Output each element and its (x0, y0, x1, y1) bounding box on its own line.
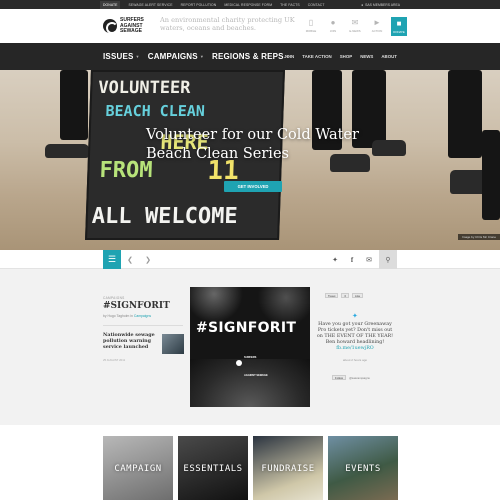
hero-banner[interactable]: VOLUNTEER BEACH CLEAN HERE FROM 11 ALL W… (0, 70, 500, 250)
hero-photo-leg (448, 70, 482, 158)
search-icon[interactable]: ⚲ (379, 250, 397, 269)
tweet-time: about 2 hours ago (342, 358, 368, 362)
hero-photo-shoe (45, 144, 89, 158)
wave-logo-icon (236, 360, 242, 366)
tweet-count: 0 (341, 293, 350, 298)
megaphone-icon: ► (373, 17, 381, 27)
gift-icon: ■ (394, 18, 404, 28)
header-quick-links: ▯ MOBILE ● JOIN ✉ E-NEWS ► ACTION ■ DONA… (303, 17, 407, 36)
email-icon[interactable]: ✉ (361, 250, 377, 269)
chevron-down-icon: ▼ (135, 54, 140, 59)
header-link-action[interactable]: ► ACTION (369, 17, 385, 36)
envelope-icon: ✉ (351, 17, 359, 27)
utility-link-donate[interactable]: DONATE (100, 0, 121, 9)
nav-shop[interactable]: SHOP (340, 54, 352, 59)
utility-bar: DONATE SEWAGE ALERT SERVICE REPORT POLLU… (0, 0, 500, 9)
next-arrow-icon[interactable]: ❯ (141, 250, 155, 269)
twitter-icon[interactable]: ✦ (327, 250, 343, 269)
post-title[interactable]: #SIGNFORIT (103, 301, 170, 311)
utility-link-contact[interactable]: CONTACT (308, 3, 325, 7)
members-area-label: SAS MEMBERS AREA (365, 2, 400, 7)
hero-photo-shoe (372, 140, 406, 156)
members-area-link[interactable]: ● SAS MEMBERS AREA (361, 0, 400, 9)
chevron-down-icon: ▼ (199, 54, 204, 59)
tile-campaign[interactable]: CAMPAIGN (103, 436, 173, 500)
board-text: BEACH CLEAN (105, 102, 206, 120)
poster-hashtag: #SIGNFORIT (196, 320, 297, 336)
nav-take-action[interactable]: TAKE ACTION (302, 54, 332, 59)
nav-campaigns[interactable]: CAMPAIGNS (148, 52, 198, 61)
tweet-text: Have you got your Greenaway Pro tickets … (316, 322, 394, 345)
related-post-title[interactable]: Nationwide sewage pollution warning serv… (103, 332, 155, 350)
header-link-join[interactable]: ● JOIN (325, 17, 341, 36)
utility-link-the-facts[interactable]: THE FACTS (280, 3, 300, 7)
tile-fundraise[interactable]: FUNDRAISE (253, 436, 323, 500)
post-author: by Hugo Tagholm (103, 314, 130, 318)
nav-regions-reps[interactable]: REGIONS & REPS (212, 52, 284, 61)
hero-photo-leg (482, 130, 500, 220)
tile-essentials[interactable]: ESSENTIALS (178, 436, 248, 500)
featured-content: CAMPAIGNS #SIGNFORIT by Hugo Tagholm in … (0, 270, 500, 425)
get-involved-button[interactable]: GET INVOLVED (224, 181, 282, 192)
site-logo[interactable]: SURFERS AGAINST SEWAGE (103, 17, 144, 35)
site-header: SURFERS AGAINST SEWAGE An environmental … (0, 9, 500, 43)
lock-icon: ● (361, 2, 364, 7)
signforit-poster[interactable]: #SIGNFORIT SURFERS AGAINST SEWAGE (190, 287, 310, 407)
person-icon: ● (330, 17, 336, 27)
post-meta-in: in (130, 314, 133, 318)
post-meta: by Hugo Tagholm in Campaigns (103, 314, 151, 318)
like-button[interactable]: Like (352, 293, 364, 298)
header-link-enews[interactable]: ✉ E-NEWS (347, 17, 363, 36)
social-share-buttons: Tweet 0 Like (325, 293, 364, 298)
image-credit: Image by Chris Mc Crane (457, 234, 500, 240)
follow-button[interactable]: Follow (332, 375, 347, 380)
facebook-icon[interactable]: f (344, 250, 360, 269)
content-toolbar: ☰ ❮ ❯ ✦ f ✉ ⚲ (0, 250, 500, 269)
board-text: ALL WELCOME (91, 204, 238, 229)
wave-logo-icon (103, 19, 118, 35)
logo-line-3: SEWAGE (120, 28, 142, 34)
category-tiles: CAMPAIGN ESSENTIALS FUNDRAISE EVENTS (0, 425, 500, 500)
nav-about[interactable]: ABOUT (381, 54, 397, 59)
page: DONATE SEWAGE ALERT SERVICE REPORT POLLU… (0, 0, 500, 500)
hero-photo-leg (60, 70, 88, 140)
tweet-link[interactable]: fb.me/1uewjRO (336, 346, 374, 351)
post-category-link[interactable]: Campaigns (134, 314, 151, 318)
main-nav: ISSUES ▼ CAMPAIGNS ▼ REGIONS & REPS ▼ JO… (0, 43, 500, 70)
menu-icon[interactable]: ☰ (103, 250, 121, 269)
mobile-icon: ▯ (308, 17, 314, 27)
twitter-bird-icon: ✦ (352, 313, 358, 320)
utility-link-sewage-alert[interactable]: SEWAGE ALERT SERVICE (128, 3, 172, 7)
header-link-donate[interactable]: ■ DONATE (391, 17, 407, 36)
nav-news[interactable]: NEWS (360, 54, 373, 59)
twitter-handle: @sascampaigns (349, 375, 370, 380)
follow-widget: Follow @sascampaigns (332, 375, 370, 380)
board-text: VOLUNTEER (97, 78, 191, 98)
board-text: FROM (99, 158, 153, 183)
related-post-thumbnail[interactable] (162, 334, 184, 354)
nav-join[interactable]: JOIN (284, 54, 294, 59)
hero-title[interactable]: Volunteer for our Cold Water Beach Clean… (146, 126, 376, 164)
utility-link-medical-response[interactable]: MEDICAL RESPONSE FORM (224, 3, 272, 7)
latest-tweet: Have you got your Greenaway Pro tickets … (315, 322, 395, 352)
poster-logo: SURFERS AGAINST SEWAGE (236, 345, 268, 381)
tile-events[interactable]: EVENTS (328, 436, 398, 500)
site-tagline: An environmental charity protecting UK w… (160, 16, 295, 32)
prev-arrow-icon[interactable]: ❮ (123, 250, 137, 269)
related-post-date: 25 AUGUST 2011 (103, 358, 126, 362)
tweet-button[interactable]: Tweet (325, 293, 339, 298)
header-link-mobile[interactable]: ▯ MOBILE (303, 17, 319, 36)
utility-link-report-pollution[interactable]: REPORT POLLUTION (181, 3, 217, 7)
post-category[interactable]: CAMPAIGNS (103, 296, 125, 300)
divider (103, 325, 183, 326)
nav-issues[interactable]: ISSUES (103, 52, 134, 61)
